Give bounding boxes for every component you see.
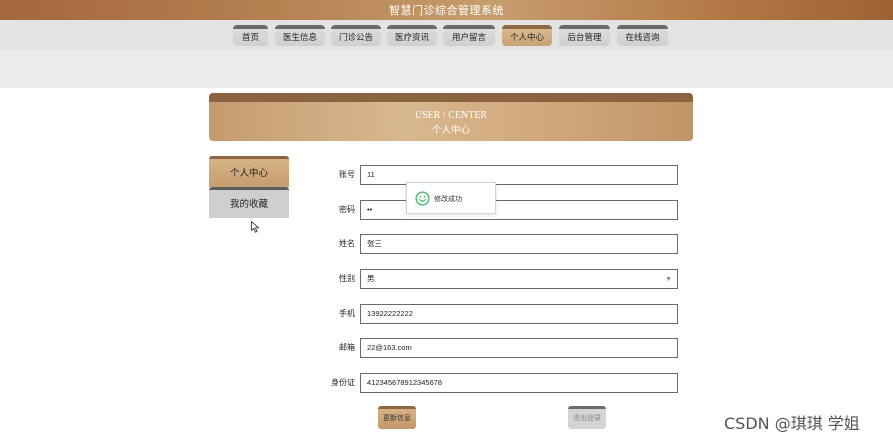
- watermark: CSDN @琪琪 学姐: [724, 414, 860, 433]
- nav-item-medical-news[interactable]: 医疗资讯: [387, 25, 437, 46]
- smile-icon: [415, 191, 430, 206]
- gender-value: 男: [367, 274, 375, 283]
- site-title: 智慧门诊综合管理系统: [389, 5, 504, 17]
- password-label: 密码: [339, 205, 355, 214]
- id-card-field[interactable]: 412345678912345678: [360, 373, 678, 393]
- page-banner: USER / CENTER 个人中心: [209, 93, 693, 141]
- logout-button[interactable]: 退出登录: [568, 406, 606, 429]
- update-info-button[interactable]: 更新信息: [378, 406, 416, 429]
- gender-select[interactable]: 男 ▼: [360, 269, 678, 289]
- email-field[interactable]: 22@163.com: [360, 338, 678, 358]
- gender-label: 性别: [339, 274, 355, 283]
- email-label: 邮箱: [339, 343, 355, 352]
- toast-message: 修改成功: [434, 196, 462, 203]
- sidebar-item-favorites[interactable]: 我的收藏: [209, 187, 289, 218]
- nav-item-announcements[interactable]: 门诊公告: [331, 25, 381, 46]
- name-label: 姓名: [339, 239, 355, 248]
- nav-item-home[interactable]: 首页: [233, 25, 268, 46]
- sidebar-item-user-center[interactable]: 个人中心: [209, 156, 289, 187]
- banner-title-en: USER / CENTER: [414, 110, 488, 121]
- mouse-cursor-icon: [251, 221, 259, 233]
- top-title-bar: 智慧门诊综合管理系统: [0, 0, 893, 20]
- account-label: 账号: [339, 170, 355, 179]
- nav-item-admin[interactable]: 后台管理: [559, 25, 610, 46]
- chevron-down-icon: ▼: [665, 276, 672, 283]
- success-toast: 修改成功: [406, 182, 496, 214]
- id-card-label: 身份证: [331, 378, 355, 387]
- banner-title-cn: 个人中心: [431, 125, 470, 136]
- phone-label: 手机: [339, 309, 355, 318]
- nav-item-messages[interactable]: 用户留言: [443, 25, 495, 46]
- nav-item-user-center[interactable]: 个人中心: [502, 25, 552, 46]
- phone-field[interactable]: 13922222222: [360, 304, 678, 324]
- nav-item-doctors[interactable]: 医生信息: [275, 25, 325, 46]
- name-field[interactable]: 张三: [360, 234, 678, 254]
- nav-item-online-consult[interactable]: 在线咨询: [617, 25, 668, 46]
